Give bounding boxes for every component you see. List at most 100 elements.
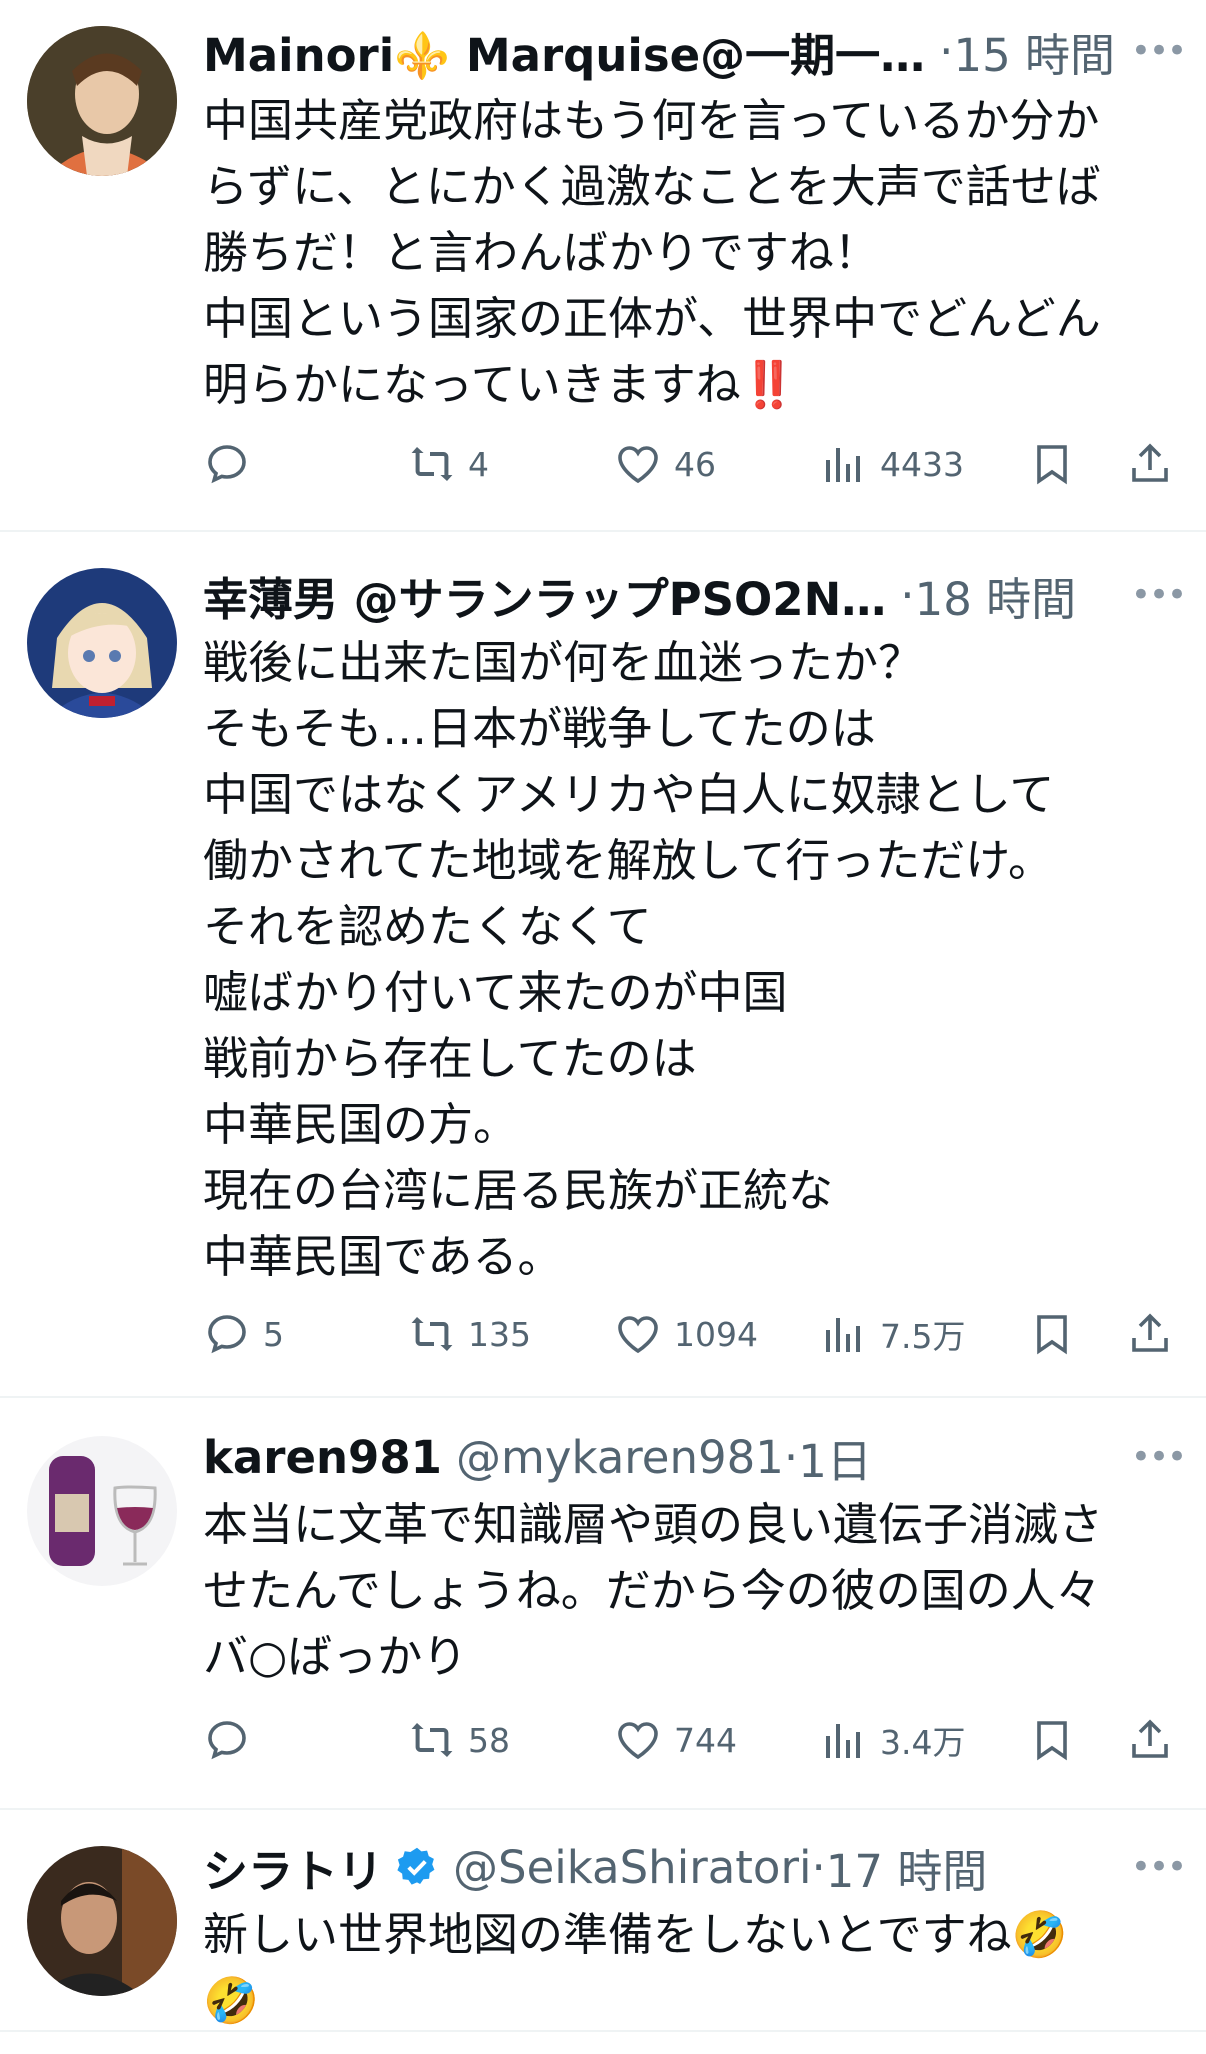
retweet-button[interactable]: 4 bbox=[408, 434, 489, 494]
tweet-2[interactable]: 幸薄男 @サランラップPSO2N… · 18 時間 ••• 戦後に出来た国が何を… bbox=[0, 532, 1206, 1396]
bookmark-icon bbox=[1037, 1721, 1067, 1761]
like-count: 1094 bbox=[674, 1314, 758, 1354]
tweet-text: 戦後に出来た国が何を血迷ったか？ そもそも…日本が戦争してたのは 中国ではなくア… bbox=[203, 630, 1182, 1290]
views-button[interactable]: 7.5万 bbox=[820, 1304, 965, 1364]
reply-count: 5 bbox=[263, 1314, 284, 1354]
bookmark-button[interactable] bbox=[1028, 1710, 1076, 1770]
retweet-count: 135 bbox=[468, 1314, 531, 1354]
text-line: そもそも…日本が戦争してたのは bbox=[203, 702, 876, 755]
text-line: らずに、とにかく過激なことを大声で話せば bbox=[203, 160, 1101, 213]
bookmark-icon bbox=[1037, 445, 1067, 485]
share-icon bbox=[1132, 1719, 1168, 1758]
separator: · bbox=[900, 568, 915, 622]
reply-button[interactable]: 5 bbox=[203, 1304, 284, 1364]
bookmark-button[interactable] bbox=[1028, 1304, 1076, 1364]
text-line: 嘘ばかり付いて来たのが中国 bbox=[203, 966, 788, 1019]
retweet-button[interactable]: 135 bbox=[408, 1304, 531, 1364]
reply-icon bbox=[208, 1315, 246, 1354]
share-button[interactable] bbox=[1126, 1710, 1174, 1770]
tweet-text: 本当に文革で知識層や頭の良い遺伝子消滅さ せたんでしょうね。だから今の彼の国の人… bbox=[203, 1492, 1182, 1690]
timestamp[interactable]: 18 時間 bbox=[915, 563, 1077, 628]
action-bar: 5 135 1094 7.5万 bbox=[0, 1304, 1206, 1364]
share-icon bbox=[1132, 443, 1168, 482]
timestamp[interactable]: 15 時間 bbox=[953, 19, 1115, 84]
retweet-icon bbox=[411, 1723, 453, 1757]
display-name[interactable]: 幸薄男 @サランラップPSO2N… bbox=[203, 563, 886, 628]
more-icon[interactable]: ••• bbox=[1128, 18, 1188, 84]
tweet-header: シラトリ @SeikaShiratori · 17 時間 bbox=[203, 1834, 1176, 1900]
verified-badge-icon bbox=[397, 1847, 435, 1885]
view-count: 3.4万 bbox=[880, 1723, 966, 1762]
text-line: それを認めたくなくて bbox=[203, 900, 652, 953]
text-line: 中華民国である。 bbox=[203, 1230, 563, 1283]
text-line: 本当に文革で知識層や頭の良い遺伝子消滅さ bbox=[203, 1498, 1104, 1551]
share-button[interactable] bbox=[1126, 1304, 1174, 1364]
tweet-text: 中国共産党政府はもう何を言っているか分か らずに、とにかく過激なことを大声で話せ… bbox=[203, 88, 1182, 418]
text-line: 働かされてた地域を解放して行っただけ。 bbox=[203, 834, 1054, 887]
heart-icon bbox=[618, 1316, 658, 1354]
tweet-1[interactable]: Mainori⚜️ Marquise@一期一… · 15 時間 ••• 中国共産… bbox=[0, 0, 1206, 530]
like-count: 46 bbox=[674, 444, 716, 484]
text-line: 中国ではなくアメリカや白人に奴隷として bbox=[203, 768, 1055, 821]
tweet-header: karen981 @mykaren981 · 1日 bbox=[203, 1424, 1176, 1490]
like-button[interactable]: 1094 bbox=[614, 1304, 758, 1364]
views-button[interactable]: 3.4万 bbox=[820, 1710, 965, 1770]
share-icon bbox=[1132, 1313, 1168, 1352]
user-handle[interactable]: @SeikaShiratori bbox=[453, 1841, 811, 1894]
reply-icon bbox=[208, 1721, 246, 1760]
separator: · bbox=[783, 1430, 799, 1484]
share-button[interactable] bbox=[1126, 434, 1174, 494]
avatar[interactable] bbox=[27, 568, 177, 718]
text-line: 明らかになっていきますね‼️ bbox=[203, 358, 797, 411]
tweet-4[interactable]: シラトリ @SeikaShiratori · 17 時間 ••• 新しい世界地図… bbox=[0, 1810, 1206, 2054]
heart-icon bbox=[618, 446, 658, 484]
retweet-count: 4 bbox=[468, 444, 489, 484]
view-count: 7.5万 bbox=[880, 1317, 966, 1356]
tweet-text: 新しい世界地図の準備をしないとですね🤣 🤣 bbox=[203, 1902, 1182, 2034]
tweet-divider bbox=[0, 2030, 1206, 2032]
views-chart-icon bbox=[826, 448, 860, 482]
reply-button[interactable] bbox=[203, 434, 263, 494]
more-icon[interactable]: ••• bbox=[1128, 1834, 1188, 1900]
more-icon[interactable]: ••• bbox=[1128, 562, 1188, 628]
bookmark-button[interactable] bbox=[1028, 434, 1076, 494]
reply-icon bbox=[208, 445, 246, 484]
text-line: 中華民国の方。 bbox=[203, 1098, 519, 1151]
text-line: 新しい世界地図の準備をしないとですね🤣 bbox=[203, 1908, 1068, 1961]
display-name[interactable]: Mainori⚜️ Marquise@一期一… bbox=[203, 19, 925, 84]
views-chart-icon bbox=[826, 1724, 860, 1758]
separator: · bbox=[811, 1840, 826, 1894]
views-button[interactable]: 4433 bbox=[820, 434, 964, 494]
timestamp[interactable]: 17 時間 bbox=[826, 1835, 988, 1900]
text-line: 中国共産党政府はもう何を言っているか分か bbox=[203, 94, 1100, 147]
avatar[interactable] bbox=[27, 1846, 177, 1996]
avatar[interactable] bbox=[27, 26, 177, 176]
reply-button[interactable] bbox=[203, 1710, 263, 1770]
retweet-count: 58 bbox=[468, 1720, 510, 1760]
text-line: 🤣 bbox=[203, 1974, 260, 2027]
view-count: 4433 bbox=[880, 444, 964, 484]
user-handle[interactable]: @mykaren981 bbox=[456, 1431, 784, 1484]
avatar[interactable] bbox=[27, 1436, 177, 1586]
separator: · bbox=[939, 24, 954, 78]
display-name[interactable]: シラトリ bbox=[203, 1835, 383, 1900]
action-bar: 4 46 4433 bbox=[0, 434, 1206, 494]
retweet-icon bbox=[411, 1317, 453, 1351]
heart-icon bbox=[618, 1722, 658, 1760]
like-button[interactable]: 46 bbox=[614, 434, 716, 494]
text-line: 現在の台湾に居る民族が正統な bbox=[203, 1164, 834, 1217]
text-line: 中国という国家の正体が、世界中でどんどん bbox=[203, 292, 1101, 345]
text-line: 戦後に出来た国が何を血迷ったか？ bbox=[203, 636, 924, 689]
retweet-button[interactable]: 58 bbox=[408, 1710, 510, 1770]
more-icon[interactable]: ••• bbox=[1128, 1424, 1188, 1490]
timestamp[interactable]: 1日 bbox=[798, 1425, 872, 1490]
views-chart-icon bbox=[826, 1318, 860, 1352]
tweet-header: 幸薄男 @サランラップPSO2N… · 18 時間 bbox=[203, 562, 1176, 628]
bookmark-icon bbox=[1037, 1315, 1067, 1355]
like-button[interactable]: 744 bbox=[614, 1710, 737, 1770]
like-count: 744 bbox=[674, 1720, 737, 1760]
text-line: バ○ばっかり bbox=[203, 1630, 468, 1683]
retweet-icon bbox=[411, 447, 453, 481]
tweet-3[interactable]: karen981 @mykaren981 · 1日 ••• 本当に文革で知識層や… bbox=[0, 1398, 1206, 1808]
display-name[interactable]: karen981 bbox=[203, 1431, 442, 1484]
